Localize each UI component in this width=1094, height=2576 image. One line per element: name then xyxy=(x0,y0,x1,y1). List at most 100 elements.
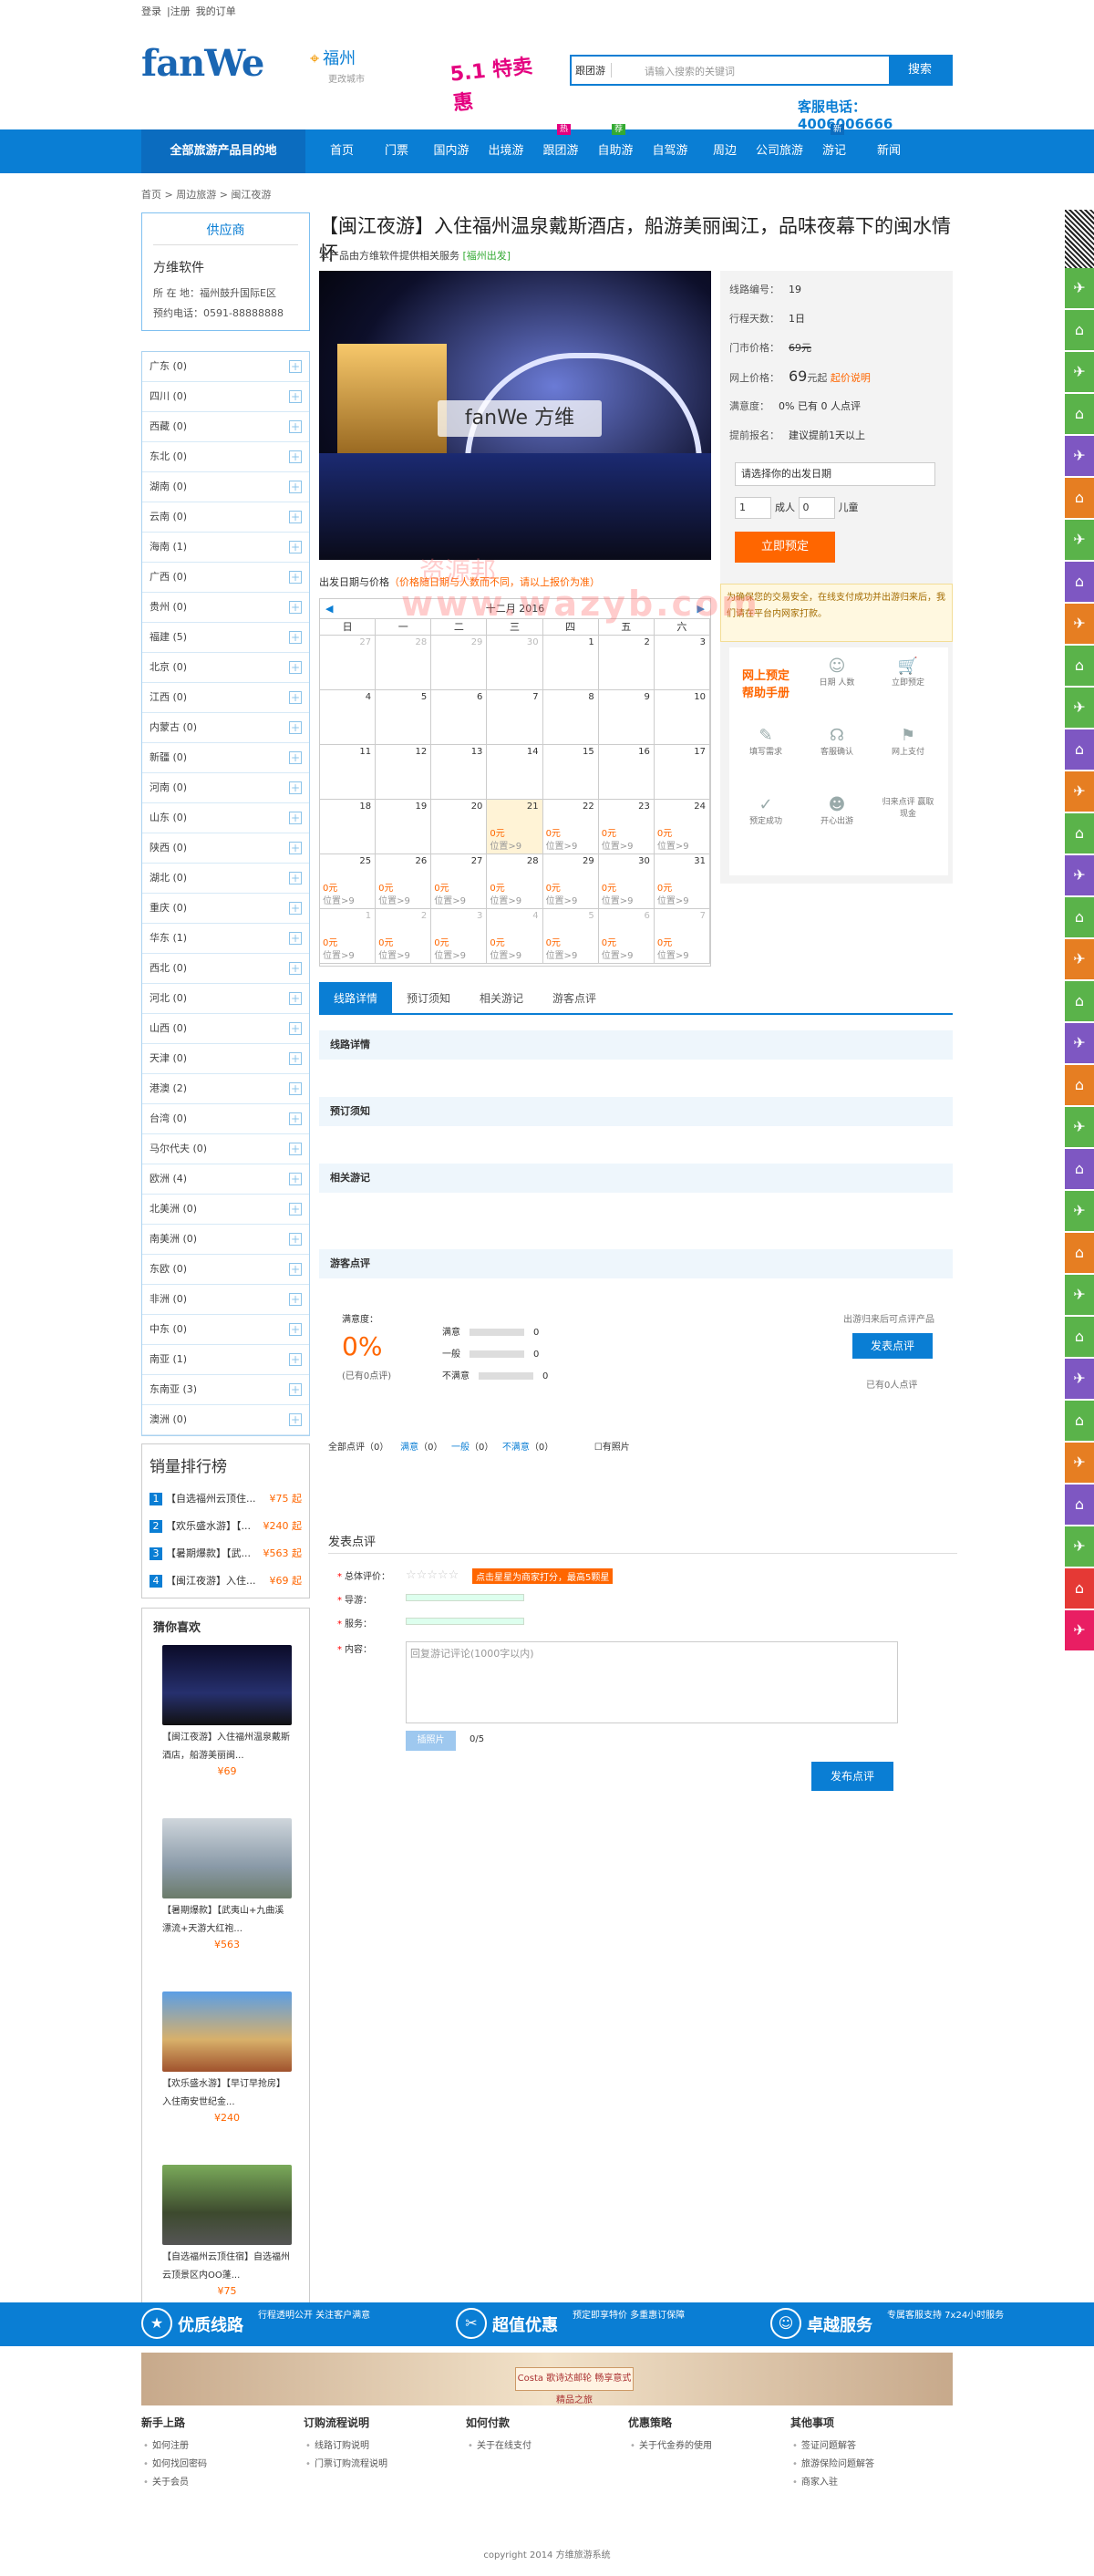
adult-count-select[interactable]: 1 xyxy=(735,497,771,519)
guess-item[interactable]: 【欢乐盛水游】【早订早抢房】入住南安世纪金... ¥240 xyxy=(162,1991,292,2124)
calendar-day[interactable]: 26 0元 位置>9 xyxy=(376,854,432,909)
calendar-day[interactable]: 30 xyxy=(487,636,543,690)
region-item[interactable]: 广东 (0) + xyxy=(142,352,309,382)
calendar-day[interactable]: 2 xyxy=(598,636,655,690)
region-item[interactable]: 非洲 (0) + xyxy=(142,1285,309,1315)
side-tool-icon[interactable]: ✈ xyxy=(1065,604,1094,644)
calendar-day[interactable]: 4 0元 位置>9 xyxy=(487,909,543,964)
expand-icon[interactable]: + xyxy=(289,601,302,614)
calendar-day[interactable]: 27 xyxy=(320,636,377,690)
search-type-select[interactable]: 跟团游 xyxy=(575,63,612,78)
calendar-day[interactable]: 25 0元 位置>9 xyxy=(320,854,377,909)
footer-link[interactable]: 旅游保险问题解答 xyxy=(790,2456,927,2474)
review-content-textarea[interactable]: 回复游记评论(1000字以内) xyxy=(406,1641,898,1723)
calendar-day[interactable]: 13 xyxy=(431,745,488,800)
search-button[interactable]: 搜索 xyxy=(889,57,951,84)
footer-ad-banner[interactable]: Costa 歌诗达邮轮 畅享意式精品之旅 xyxy=(141,2353,953,2405)
side-tool-icon[interactable]: ✈ xyxy=(1065,352,1094,392)
expand-icon[interactable]: + xyxy=(289,751,302,764)
region-item[interactable]: 江西 (0) + xyxy=(142,683,309,713)
side-tool-icon[interactable]: ✈ xyxy=(1065,1610,1094,1650)
nav-item[interactable]: 公司旅游 xyxy=(752,129,807,173)
side-tool-icon[interactable]: ⌂ xyxy=(1065,1401,1094,1441)
child-count-select[interactable]: 0 xyxy=(798,497,835,519)
expand-icon[interactable]: + xyxy=(289,1082,302,1095)
ranking-item[interactable]: 3 【暑期爆款】【武... ¥563 起 xyxy=(142,1540,309,1567)
region-item[interactable]: 马尔代夫 (0) + xyxy=(142,1134,309,1164)
region-item[interactable]: 重庆 (0) + xyxy=(142,894,309,924)
footer-link[interactable]: 如何找回密码 xyxy=(141,2456,278,2474)
expand-icon[interactable]: + xyxy=(289,962,302,975)
filter-all[interactable]: 全部点评（0） xyxy=(328,1443,388,1453)
post-review-button[interactable]: 发表点评 xyxy=(852,1333,933,1359)
expand-icon[interactable]: + xyxy=(289,420,302,433)
promo-banner[interactable]: 5.1 特卖惠 xyxy=(415,36,552,119)
side-tool-icon[interactable]: ✈ xyxy=(1065,436,1094,476)
side-tool-icon[interactable]: ⌂ xyxy=(1065,813,1094,853)
nav-item[interactable]: 自驾游 xyxy=(643,129,697,173)
expand-icon[interactable]: + xyxy=(289,1052,302,1065)
side-tool-icon[interactable]: ⌂ xyxy=(1065,478,1094,518)
departure-date-select[interactable]: 请选择你的出发日期 xyxy=(735,462,935,486)
register-link[interactable]: 注册 xyxy=(170,5,191,17)
calendar-day[interactable]: 4 xyxy=(320,690,377,745)
side-tool-icon[interactable]: ⌂ xyxy=(1065,729,1094,770)
side-tool-icon[interactable]: ⌂ xyxy=(1065,1317,1094,1357)
rating-stars[interactable]: ☆☆☆☆☆ xyxy=(406,1568,459,1582)
side-tool-icon[interactable]: ⌂ xyxy=(1065,1568,1094,1609)
footer-link[interactable]: 关于代金券的使用 xyxy=(628,2437,765,2456)
submit-review-button[interactable]: 发布点评 xyxy=(811,1762,893,1791)
calendar-day[interactable]: 21 0元 位置>9 xyxy=(487,800,543,854)
region-item[interactable]: 广西 (0) + xyxy=(142,563,309,593)
calendar-day[interactable]: 16 xyxy=(598,745,655,800)
ranking-item[interactable]: 4 【闽江夜游】入住... ¥69 起 xyxy=(142,1567,309,1595)
calendar-day[interactable]: 3 xyxy=(654,636,710,690)
expand-icon[interactable]: + xyxy=(289,1263,302,1276)
login-link[interactable]: 登录 xyxy=(141,5,161,17)
side-tool-icon[interactable]: ✈ xyxy=(1065,855,1094,895)
calendar-day[interactable]: 1 xyxy=(542,636,599,690)
guide-rating[interactable] xyxy=(406,1594,524,1601)
calendar-day[interactable]: 30 0元 位置>9 xyxy=(598,854,655,909)
product-photo[interactable]: fanWe 方维 xyxy=(319,271,711,560)
side-tool-icon[interactable]: ⌂ xyxy=(1065,646,1094,686)
expand-icon[interactable]: + xyxy=(289,390,302,403)
calendar-day[interactable]: 22 0元 位置>9 xyxy=(542,800,599,854)
region-item[interactable]: 台湾 (0) + xyxy=(142,1104,309,1134)
calendar-day[interactable]: 29 xyxy=(431,636,488,690)
side-tool-icon[interactable]: ✈ xyxy=(1065,1107,1094,1147)
calendar-day[interactable]: 29 0元 位置>9 xyxy=(542,854,599,909)
nav-item[interactable]: 门票 xyxy=(369,129,424,173)
calendar-day[interactable]: 28 0元 位置>9 xyxy=(487,854,543,909)
region-item[interactable]: 南美洲 (0) + xyxy=(142,1225,309,1255)
nav-item[interactable]: 周边 xyxy=(697,129,752,173)
region-item[interactable]: 福建 (5) + xyxy=(142,623,309,653)
expand-icon[interactable]: + xyxy=(289,1323,302,1336)
supplier-name[interactable]: 方维软件 xyxy=(153,258,298,276)
expand-icon[interactable]: + xyxy=(289,812,302,824)
region-item[interactable]: 山东 (0) + xyxy=(142,803,309,833)
expand-icon[interactable]: + xyxy=(289,872,302,885)
side-tool-icon[interactable]: ✈ xyxy=(1065,1191,1094,1231)
calendar-day[interactable]: 6 xyxy=(431,690,488,745)
region-item[interactable]: 东欧 (0) + xyxy=(142,1255,309,1285)
expand-icon[interactable]: + xyxy=(289,992,302,1005)
region-item[interactable]: 湖北 (0) + xyxy=(142,864,309,894)
side-tool-icon[interactable]: ⌂ xyxy=(1065,897,1094,937)
side-tool-icon[interactable]: ✈ xyxy=(1065,1023,1094,1063)
calendar-day[interactable]: 5 0元 位置>9 xyxy=(542,909,599,964)
nav-item[interactable]: 游记 新 xyxy=(807,124,862,173)
region-item[interactable]: 四川 (0) + xyxy=(142,382,309,412)
expand-icon[interactable]: + xyxy=(289,1233,302,1246)
calendar-day[interactable]: 18 xyxy=(320,800,377,854)
region-item[interactable]: 陕西 (0) + xyxy=(142,833,309,864)
region-item[interactable]: 新疆 (0) + xyxy=(142,743,309,773)
region-item[interactable]: 天津 (0) + xyxy=(142,1044,309,1074)
change-city-button[interactable]: 更改城市 xyxy=(328,71,365,85)
expand-icon[interactable]: + xyxy=(289,1022,302,1035)
calendar-day[interactable]: 6 0元 位置>9 xyxy=(598,909,655,964)
region-item[interactable]: 西北 (0) + xyxy=(142,954,309,984)
site-logo[interactable]: fanWe xyxy=(141,42,264,85)
nav-item[interactable]: 出境游 xyxy=(479,129,533,173)
guess-item[interactable]: 【闽江夜游】入住福州温泉戴斯酒店，船游美丽闽... ¥69 xyxy=(162,1645,292,1777)
